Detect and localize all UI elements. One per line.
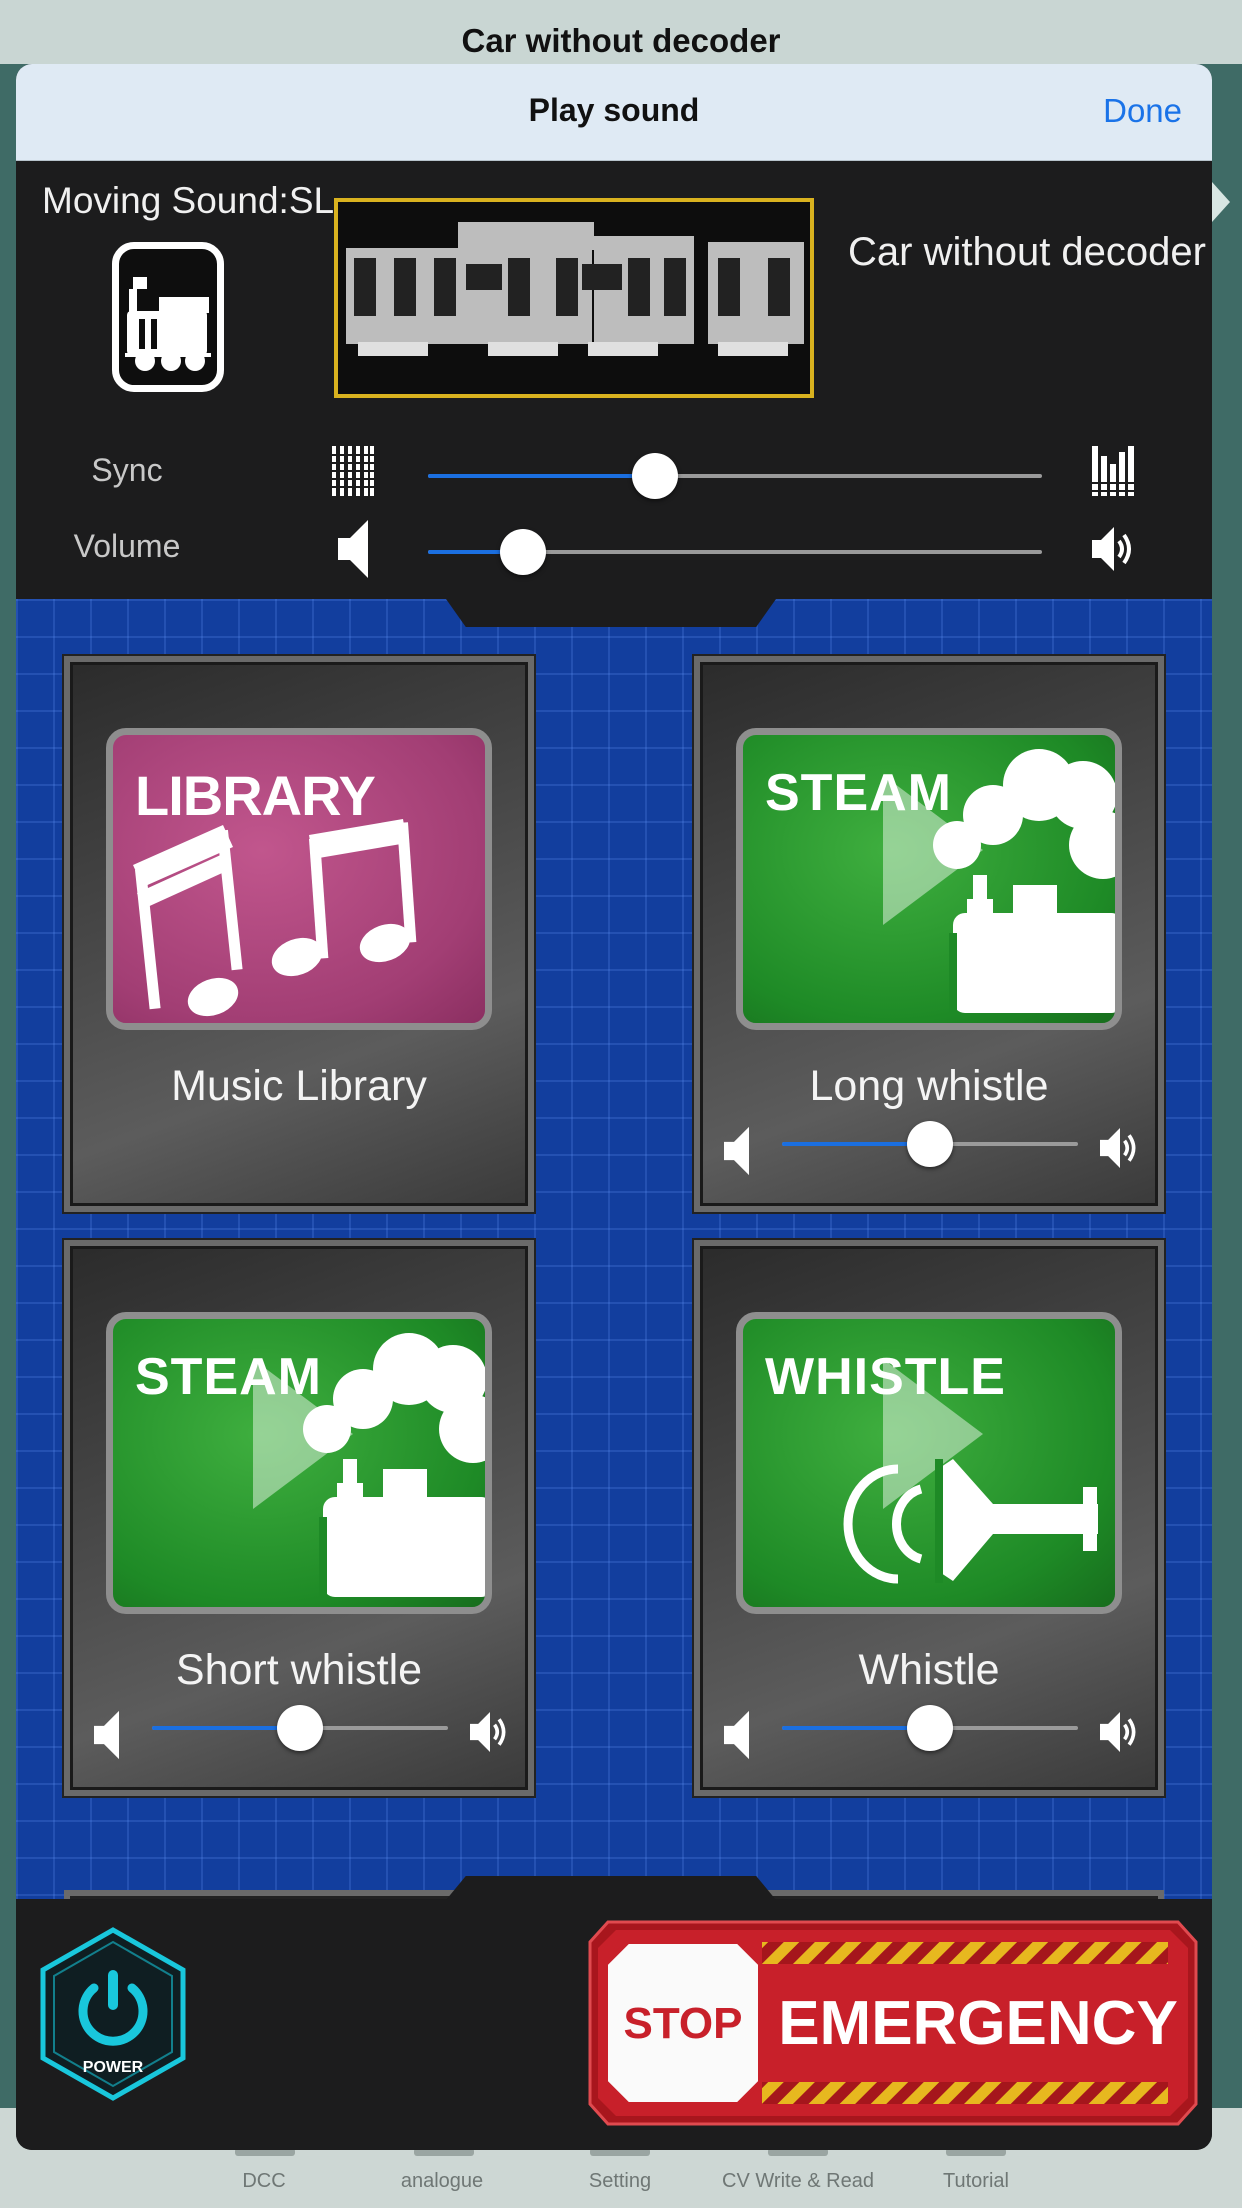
- divider-notch-top: [446, 599, 776, 627]
- whistle-volume-thumb[interactable]: [907, 1705, 953, 1751]
- power-button[interactable]: POWER: [38, 1926, 188, 2102]
- short-whistle-volume-thumb[interactable]: [277, 1705, 323, 1751]
- power-label: POWER: [83, 2059, 144, 2076]
- speaker-low-icon: [724, 1122, 754, 1185]
- sync-label: Sync: [91, 452, 163, 488]
- sound-label: Music Library: [171, 1062, 427, 1110]
- background-title: Car without decoder: [461, 22, 781, 59]
- play-sound-modal: Play sound Done Moving Sound:SL Car with…: [16, 64, 1212, 2150]
- speaker-high-icon: [470, 1708, 510, 1761]
- library-button[interactable]: LIBRARY: [106, 728, 492, 1030]
- chevron-right-icon: [1212, 182, 1230, 222]
- stop-label: STOP: [623, 1999, 742, 2048]
- short-whistle-panel: STEAM Short whistle: [64, 1240, 534, 1796]
- tab-tutorial[interactable]: Tutorial: [886, 2170, 1066, 2193]
- speaker-high-icon: [1100, 1708, 1140, 1761]
- divider-notch-bottom: [446, 1876, 776, 1900]
- sound-label: Long whistle: [809, 1062, 1049, 1110]
- sync-max-icon: [1092, 444, 1134, 503]
- steam-button[interactable]: STEAM: [736, 728, 1122, 1030]
- sync-min-icon: [332, 444, 374, 503]
- speaker-high-icon: [1092, 524, 1136, 579]
- tab-cv-write-read[interactable]: CV Write & Read: [708, 2170, 888, 2193]
- train-image[interactable]: [334, 198, 814, 398]
- speaker-high-icon: [1100, 1124, 1140, 1177]
- speaker-low-icon: [338, 518, 374, 585]
- tile-word: STEAM: [135, 1348, 322, 1406]
- emergency-label: EMERGENCY: [778, 1989, 1178, 2058]
- sync-slider-thumb[interactable]: [632, 453, 679, 499]
- long-whistle-volume-thumb[interactable]: [907, 1121, 953, 1167]
- sound-label: Short whistle: [175, 1646, 423, 1694]
- page-title: Play sound: [528, 92, 700, 128]
- tab-analogue[interactable]: analogue: [352, 2170, 532, 2193]
- steam-locomotive-icon[interactable]: [112, 242, 224, 392]
- music-library-panel: LIBRARY Music Library: [64, 656, 534, 1212]
- whistle-panel: WHISTLE Whistle: [694, 1240, 1164, 1796]
- steam-button[interactable]: STEAM: [106, 1312, 492, 1614]
- done-button[interactable]: Done: [1103, 92, 1182, 130]
- car-label: Car without decoder: [848, 230, 1206, 274]
- tile-word: WHISTLE: [765, 1348, 1006, 1406]
- whistle-button[interactable]: WHISTLE: [736, 1312, 1122, 1614]
- tab-setting[interactable]: Setting: [530, 2170, 710, 2193]
- speaker-low-icon: [94, 1706, 124, 1769]
- moving-sound-label: Moving Sound:SL: [42, 180, 335, 221]
- navbar: Play sound Done: [16, 64, 1212, 161]
- sound-label: Whistle: [858, 1646, 1000, 1694]
- tile-word: STEAM: [765, 764, 952, 822]
- speaker-low-icon: [724, 1706, 754, 1769]
- volume-slider-thumb[interactable]: [500, 529, 547, 575]
- volume-label: Volume: [73, 528, 181, 564]
- music-notes-icon: [133, 819, 417, 1017]
- emergency-stop-button[interactable]: STOP EMERGENCY: [588, 1920, 1198, 2126]
- long-whistle-panel: STEAM Long whistle: [694, 656, 1164, 1212]
- tab-dcc[interactable]: DCC: [174, 2170, 354, 2193]
- sync-slider-fill: [428, 474, 656, 478]
